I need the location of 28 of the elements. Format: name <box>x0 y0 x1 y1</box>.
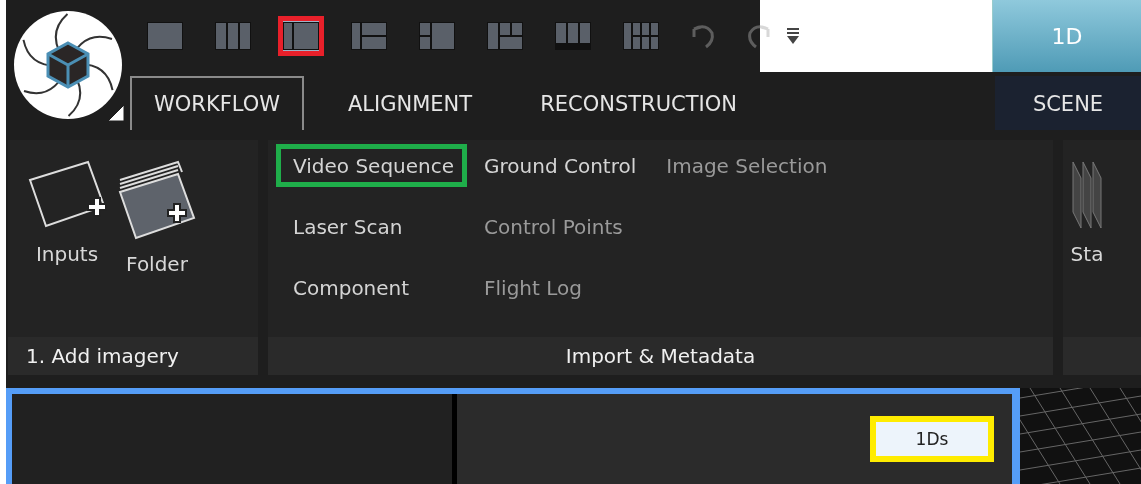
import-button[interactable]: Sta <box>1063 140 1111 337</box>
view-mode-label[interactable]: 1Ds <box>870 416 994 462</box>
layout-icon <box>487 22 523 50</box>
group-title: Import & Metadata <box>565 344 756 368</box>
aperture-logo[interactable] <box>12 9 124 121</box>
image-stack-add-icon <box>116 158 198 242</box>
layout-icon <box>283 22 319 50</box>
button-label: Inputs <box>35 242 99 266</box>
ribbon-tab[interactable]: SCENE <box>995 76 1141 130</box>
dropdown-icon[interactable] <box>786 27 800 45</box>
layout-icon <box>215 22 251 50</box>
group-title: 1. Add imagery <box>26 344 179 368</box>
button-label: Folder <box>126 252 188 276</box>
button-label: Sta <box>1070 242 1104 266</box>
import-button[interactable]: Inputs <box>22 140 112 337</box>
layout-icon <box>147 22 183 50</box>
ribbon-tab[interactable]: RECONSTRUCTION <box>516 76 761 130</box>
layout-icon <box>555 22 591 50</box>
command-button[interactable]: Component <box>276 266 468 309</box>
command-button[interactable]: Ground Control <box>467 144 650 187</box>
layout-icon <box>351 22 387 50</box>
layout-button[interactable] <box>278 16 324 56</box>
layout-icon <box>623 22 659 50</box>
layout-icon <box>419 22 455 50</box>
ribbon-tab[interactable]: ALIGNMENT <box>324 76 497 130</box>
import-button[interactable]: Folder <box>112 140 202 337</box>
command-button[interactable]: Laser Scan <box>276 205 468 248</box>
command-button[interactable]: Video Sequence <box>276 144 468 187</box>
